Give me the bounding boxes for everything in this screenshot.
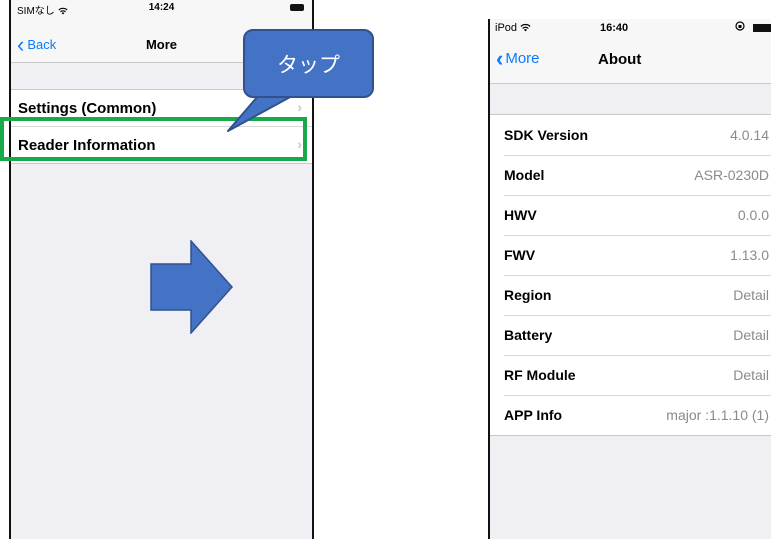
chevron-left-icon: ‹ (496, 46, 504, 71)
rotation-lock-icon (735, 21, 745, 31)
callout-text: タップ (277, 53, 340, 77)
row-value: Detail (733, 327, 769, 343)
info-row-hwv: HWV 0.0.0 (490, 195, 771, 235)
battery-icon (290, 4, 304, 11)
info-row-model: Model ASR-0230D (490, 155, 771, 195)
info-row-region[interactable]: Region Detail (490, 275, 771, 315)
row-label: Region (504, 287, 552, 303)
info-row-app-info: APP Info major :1.1.10 (1) (490, 395, 771, 435)
status-time: 16:40 (600, 22, 629, 34)
navigation-bar: ‹ More About (490, 37, 771, 84)
carrier-label: iPod (495, 22, 531, 34)
row-label: HWV (504, 207, 537, 223)
tap-highlight-box (0, 117, 307, 161)
row-value: 0.0.0 (737, 207, 769, 223)
row-value: 4.0.14 (730, 127, 769, 143)
nav-title: About (598, 51, 642, 68)
battery-icon (753, 24, 771, 32)
row-label: Model (504, 167, 545, 183)
right-arrow-icon (150, 240, 234, 334)
row-value: Detail (733, 367, 769, 383)
back-button-label: More (505, 50, 540, 67)
row-label: APP Info (504, 407, 563, 423)
chevron-right-icon: › (297, 99, 302, 115)
right-phone-screen: iPod 16:40 ‹ More About SDK Version 4.0.… (488, 19, 771, 539)
row-label: FWV (504, 247, 536, 263)
back-button[interactable]: ‹ More (496, 46, 540, 71)
info-row-sdk-version: SDK Version 4.0.14 (490, 115, 771, 155)
row-label: RF Module (504, 367, 576, 383)
info-row-fwv: FWV 1.13.0 (490, 235, 771, 275)
menu-item-label: Settings (Common) (18, 99, 157, 117)
row-value: Detail (733, 287, 769, 303)
row-value: 1.13.0 (730, 247, 769, 263)
info-row-rf-module[interactable]: RF Module Detail (490, 355, 771, 395)
status-bar: SIMなし 14:24 (11, 0, 312, 17)
row-value: ASR-0230D (694, 167, 769, 183)
row-value: major :1.1.10 (1) (666, 407, 769, 423)
info-row-battery[interactable]: Battery Detail (490, 315, 771, 355)
row-label: SDK Version (504, 127, 589, 143)
row-label: Battery (504, 327, 553, 343)
wifi-icon (520, 23, 531, 32)
status-time: 14:24 (148, 2, 175, 13)
status-bar: iPod 16:40 (490, 19, 771, 37)
tap-callout: タップ (243, 29, 374, 98)
about-info-list: SDK Version 4.0.14 Model ASR-0230D HWV 0… (490, 114, 771, 436)
